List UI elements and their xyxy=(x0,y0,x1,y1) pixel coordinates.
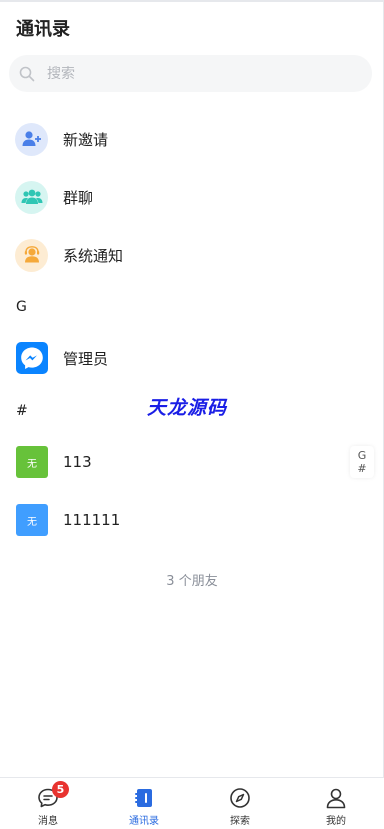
tab-messages[interactable]: 5 消息 xyxy=(0,778,96,829)
system-notifications-label: 系统通知 xyxy=(63,246,124,265)
contacts-icon xyxy=(135,789,152,807)
group-icon xyxy=(15,180,48,214)
notification-icon xyxy=(15,238,48,272)
contact-name: 管理员 xyxy=(63,349,109,368)
unread-badge: 5 xyxy=(52,781,69,798)
section-header-hash: # xyxy=(16,403,28,419)
avatar: 无 xyxy=(16,504,48,536)
contact-item-111111[interactable]: 无 111111 xyxy=(0,496,370,544)
tab-label: 我的 xyxy=(326,816,346,827)
tab-me[interactable]: 我的 xyxy=(288,778,384,829)
avatar-text: 无 xyxy=(27,458,37,470)
contact-name: 111111 xyxy=(63,511,121,529)
index-letter-g[interactable]: G xyxy=(358,449,367,462)
add-user-icon xyxy=(15,122,48,156)
avatar: 无 xyxy=(16,446,48,478)
tab-label: 通讯录 xyxy=(129,816,159,827)
page-title: 通讯录 xyxy=(16,19,70,40)
group-chats-label: 群聊 xyxy=(63,188,94,207)
search-bar[interactable] xyxy=(9,55,372,92)
section-header-g: G xyxy=(16,299,27,315)
contact-name: 113 xyxy=(63,453,92,471)
friend-count: 3 个朋友 xyxy=(166,574,218,589)
new-invitations-label: 新邀请 xyxy=(63,130,109,149)
contact-item-113[interactable]: 无 113 xyxy=(0,438,370,486)
user-icon xyxy=(326,788,346,809)
watermark: 天龙源码 xyxy=(147,397,228,419)
contact-item-admin[interactable]: 管理员 xyxy=(0,334,370,382)
search-icon xyxy=(19,66,35,81)
alphabet-index-bar[interactable]: G # xyxy=(350,446,374,478)
system-notifications-item[interactable]: 系统通知 xyxy=(0,231,370,279)
new-invitations-item[interactable]: 新邀请 xyxy=(0,115,370,163)
tab-contacts[interactable]: 通讯录 xyxy=(96,778,192,829)
tab-explore[interactable]: 探索 xyxy=(192,778,288,829)
group-chats-item[interactable]: 群聊 xyxy=(0,173,370,221)
index-letter-hash[interactable]: # xyxy=(357,462,366,475)
compass-icon xyxy=(230,788,250,808)
bottom-tab-bar: 5 消息 通讯录 探索 我的 xyxy=(0,777,384,829)
tab-label: 探索 xyxy=(230,816,250,827)
search-input[interactable] xyxy=(47,65,327,82)
messenger-icon xyxy=(16,342,48,374)
top-divider xyxy=(0,0,384,2)
avatar-text: 无 xyxy=(27,516,37,528)
tab-label: 消息 xyxy=(38,816,58,827)
